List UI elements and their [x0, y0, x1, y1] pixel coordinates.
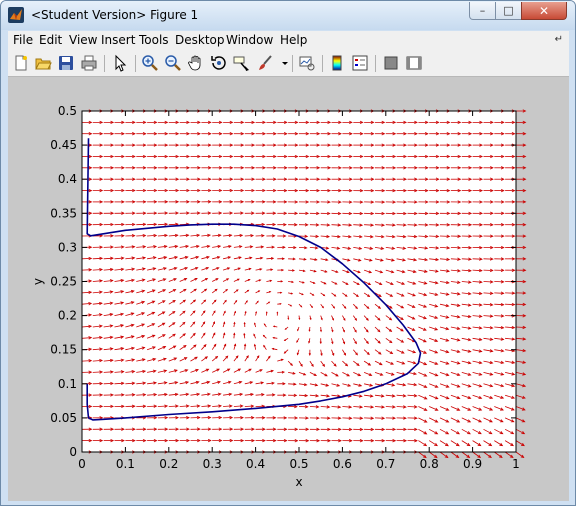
colorbar-icon[interactable]: [328, 54, 346, 72]
rotate-3d-icon[interactable]: [210, 54, 228, 72]
edit-plot-arrow-icon[interactable]: [111, 54, 129, 72]
matlab-logo-icon: [8, 7, 24, 23]
y-tick-label: 0.15: [50, 343, 77, 357]
menu-edit[interactable]: Edit: [39, 33, 62, 47]
figure-window: <Student Version> Figure 1 – □ ✕ File Ed…: [0, 0, 576, 506]
x-tick-label: 0.8: [420, 457, 439, 471]
zoom-in-icon[interactable]: [141, 54, 159, 72]
y-tick-label: 0: [69, 445, 77, 459]
x-tick-label: 0.1: [116, 457, 135, 471]
quiver-arrowhead: [265, 311, 268, 314]
y-tick-label: 0.45: [50, 138, 77, 152]
print-icon[interactable]: [80, 54, 98, 72]
menu-tools[interactable]: Tools: [139, 33, 169, 47]
window-title: <Student Version> Figure 1: [31, 8, 199, 22]
x-tick-label: 0.6: [333, 457, 352, 471]
x-tick-label: 0.7: [376, 457, 395, 471]
open-file-icon[interactable]: [34, 54, 52, 72]
y-tick-label: 0.35: [50, 206, 77, 220]
brush-dropdown-icon[interactable]: [276, 54, 288, 72]
menu-bar: File Edit View Insert Tools Desktop Wind…: [8, 31, 569, 51]
x-tick-label: 0.3: [203, 457, 222, 471]
pan-hand-icon[interactable]: [187, 54, 205, 72]
quiver-plot[interactable]: 0 0.1 0.2 0.3 0.4 0.5 0.6 0.7 0.8 0.9 1 0 0.05 0.1 0.1…: [8, 77, 569, 501]
menu-desktop[interactable]: Desktop: [175, 33, 225, 47]
minimize-button[interactable]: –: [469, 2, 496, 20]
y-tick-label: 0.05: [50, 411, 77, 425]
x-tick-label: 0.2: [159, 457, 178, 471]
menu-help[interactable]: Help: [280, 33, 307, 47]
new-figure-icon[interactable]: [12, 54, 30, 72]
x-tick-label: 0.5: [289, 457, 308, 471]
minimize-icon: –: [479, 4, 486, 17]
menu-insert[interactable]: Insert: [101, 33, 135, 47]
figure-toolbar: [8, 51, 569, 77]
quiver-arrowhead: [276, 311, 279, 314]
y-tick-label: 0.3: [58, 240, 77, 254]
quiver-arrow: [450, 451, 459, 458]
maximize-button[interactable]: □: [495, 2, 522, 20]
menu-window[interactable]: Window: [226, 33, 273, 47]
maximize-icon: □: [503, 4, 514, 17]
legend-icon[interactable]: [351, 54, 369, 72]
menu-file[interactable]: File: [13, 33, 33, 47]
show-plot-tools-icon[interactable]: [405, 54, 423, 72]
x-axis-label: x: [295, 475, 302, 489]
hide-plot-tools-icon[interactable]: [382, 54, 400, 72]
x-tick-label: 0.9: [463, 457, 482, 471]
close-icon: ✕: [538, 3, 550, 18]
menu-view[interactable]: View: [69, 33, 97, 47]
zoom-out-icon[interactable]: [164, 54, 182, 72]
y-axis-label: y: [31, 278, 45, 285]
close-button[interactable]: ✕: [521, 2, 567, 20]
data-cursor-icon[interactable]: [233, 54, 251, 72]
y-tick-label: 0.4: [58, 172, 77, 186]
figure-canvas[interactable]: 0 0.1 0.2 0.3 0.4 0.5 0.6 0.7 0.8 0.9 1 0 0.05 0.1 0.1…: [8, 77, 569, 501]
y-tick-label: 0.1: [58, 377, 77, 391]
x-tick-label: 0.4: [246, 457, 265, 471]
y-tick-label: 0.2: [58, 309, 77, 323]
brush-icon[interactable]: [256, 54, 274, 72]
y-tick-label: 0.25: [50, 275, 77, 289]
x-tick-label: 0: [78, 457, 86, 471]
link-plot-icon[interactable]: [298, 54, 316, 72]
save-icon[interactable]: [57, 54, 75, 72]
dock-arrow-icon[interactable]: ↵: [555, 34, 563, 45]
title-bar[interactable]: <Student Version> Figure 1 – □ ✕: [1, 1, 575, 30]
x-tick-label: 1: [512, 457, 520, 471]
quiver-arrow: [494, 451, 503, 458]
y-tick-label: 0.5: [58, 104, 77, 118]
